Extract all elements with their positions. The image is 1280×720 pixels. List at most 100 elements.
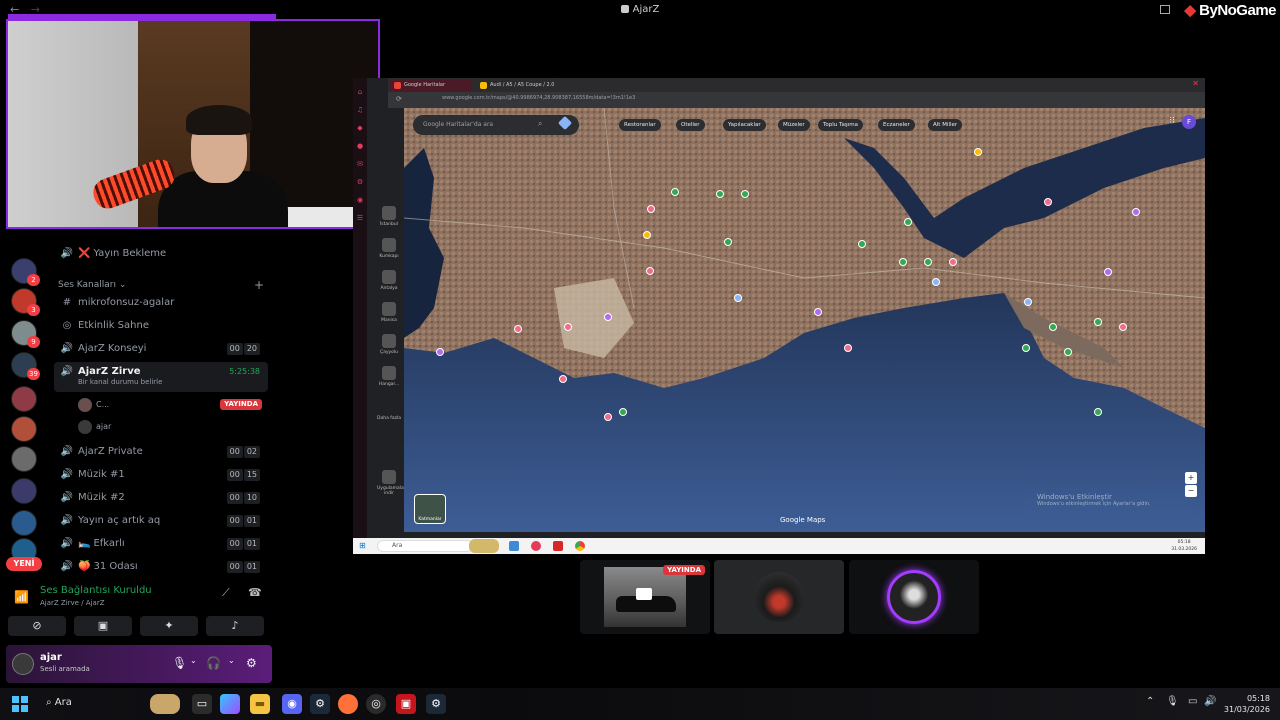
sidebar-app-icon[interactable]: ⌂ (353, 88, 367, 96)
server-icon[interactable] (11, 446, 37, 472)
server-icon[interactable]: 39 (11, 352, 40, 380)
map-filter-chip[interactable]: Alt Miller (928, 119, 963, 131)
map-place-pin[interactable] (844, 344, 852, 352)
shared-taskbar-search[interactable]: Ara (377, 540, 473, 552)
maps-recent-place[interactable]: Çayyolu (377, 334, 401, 355)
map-filter-chip[interactable]: Toplu Taşıma (818, 119, 863, 131)
map-place-pin[interactable] (724, 238, 732, 246)
satellite-map[interactable]: Google Haritalar'da ara ⌕ Restoranlar Ote… (404, 108, 1205, 532)
voice-status-title[interactable]: Ses Bağlantısı Kuruldu (40, 585, 152, 596)
map-filter-chip[interactable]: Restoranlar (619, 119, 661, 131)
map-place-pin[interactable] (604, 313, 612, 321)
apps-grid-icon[interactable]: ⁝⁝ (1169, 116, 1175, 126)
map-place-pin[interactable] (564, 323, 572, 331)
map-place-pin[interactable] (858, 240, 866, 248)
voice-channel[interactable]: 🔊 Yayın aç artık aq 00 01 (54, 511, 268, 531)
camera-off-button[interactable]: ⊘ (8, 616, 66, 636)
sidebar-app-icon[interactable]: ♫ (353, 106, 367, 114)
taskbar-search[interactable]: ⌕ Ara (46, 697, 72, 708)
steam-icon[interactable]: ⚙ (426, 694, 446, 714)
headphones-icon[interactable]: 🎧 (206, 656, 221, 670)
taskbar-app-icon[interactable] (509, 541, 519, 551)
voice-channel-active[interactable]: 🔊 AjarZ Zirve 5:25:38 Bir kanal durumu beli… (54, 362, 268, 392)
windows-start-icon[interactable] (12, 696, 28, 712)
sidebar-app-icon[interactable]: ◉ (353, 196, 367, 204)
sidebar-app-icon[interactable]: ✉ (353, 160, 367, 168)
screen-share-view[interactable]: ⌂ ♫ ◆ ● ✉ ⚙ ◉ ☰ ✕ Google Haritalar Audi / A5 / A… (353, 78, 1205, 554)
map-place-pin[interactable] (924, 258, 932, 266)
sidebar-app-icon[interactable]: ⚙ (353, 178, 367, 186)
map-filter-chip[interactable]: Oteller (676, 119, 705, 131)
map-place-pin[interactable] (1104, 268, 1112, 276)
map-place-pin[interactable] (1094, 408, 1102, 416)
map-place-pin[interactable] (436, 348, 444, 356)
maps-recent-place[interactable]: Kumkapı (377, 238, 401, 259)
browser-tab[interactable]: Google Haritalar (390, 79, 472, 92)
taskbar-clock[interactable]: 05:18 31/03/2026 (1224, 693, 1270, 715)
section-header-voice[interactable]: Ses Kanalları ⌄ + (58, 278, 264, 292)
map-place-pin[interactable] (1044, 198, 1052, 206)
maps-recent-place[interactable]: İstanbul (377, 206, 401, 227)
map-place-pin[interactable] (974, 148, 982, 156)
map-place-pin[interactable] (899, 258, 907, 266)
voice-channel[interactable]: 🔊 Müzik #2 00 10 (54, 488, 268, 508)
taskbar-app-icon[interactable] (531, 541, 541, 551)
voice-channel[interactable]: 🔊 AjarZ Private 00 02 (54, 442, 268, 462)
server-icon[interactable]: 3 (11, 288, 40, 316)
taskbar-app-icon[interactable] (469, 539, 499, 553)
sidebar-app-icon[interactable]: ● (353, 142, 367, 150)
channel-yayin-bekleme[interactable]: 🔊 ❌ Yayın Bekleme (54, 244, 268, 264)
server-icon[interactable] (11, 510, 37, 536)
channel-member[interactable]: C... YAYINDA (78, 396, 268, 414)
windows-start-icon[interactable]: ⊞ (359, 541, 366, 550)
soundboard-button[interactable]: ♪ (206, 616, 264, 636)
voice-channel[interactable]: ◎ Etkinlik Sahne (54, 316, 268, 336)
channel-member[interactable]: ajar (78, 418, 268, 436)
maps-recent-place[interactable]: Hangar... (377, 366, 401, 387)
reload-icon[interactable]: ⟳ (396, 95, 402, 103)
stream-thumbnail[interactable] (714, 560, 844, 634)
sidebar-app-icon[interactable]: ◆ (353, 124, 367, 132)
map-place-pin[interactable] (734, 294, 742, 302)
add-channel-icon[interactable]: + (254, 278, 264, 292)
game-app-icon[interactable]: ▣ (396, 694, 416, 714)
url-text[interactable]: www.google.com.tr/maps/@40.9986974,28.90… (442, 95, 635, 101)
activities-button[interactable]: ✦ (140, 616, 198, 636)
chrome-icon[interactable] (575, 541, 585, 551)
server-icon[interactable]: 9 (11, 320, 40, 348)
channel-status[interactable]: Bir kanal durumu belirle (78, 376, 162, 388)
map-filter-chip[interactable]: Müzeler (778, 119, 810, 131)
task-view-icon[interactable]: ▭ (192, 694, 212, 714)
map-place-pin[interactable] (1049, 323, 1057, 331)
maps-recent-place[interactable]: Uygulamaları indir (377, 470, 407, 496)
avatar[interactable] (12, 653, 34, 675)
search-icon[interactable]: ⌕ (538, 119, 542, 129)
maps-recent-place[interactable]: Antalya (377, 270, 401, 291)
voice-channel[interactable]: # mikrofonsuz-agalar (54, 293, 268, 313)
map-place-pin[interactable] (1064, 348, 1072, 356)
inbox-icon[interactable] (1160, 5, 1170, 14)
layers-button[interactable]: Katmanlar (414, 494, 446, 524)
maps-recent-place[interactable]: Daha fazla (377, 408, 401, 421)
map-place-pin[interactable] (1022, 344, 1030, 352)
search-highlight-icon[interactable] (150, 694, 180, 714)
map-place-pin[interactable] (716, 190, 724, 198)
account-avatar[interactable]: F (1182, 115, 1196, 129)
voice-channel[interactable]: 🔊 🛌 Efkarlı 00 01 (54, 534, 268, 554)
network-icon[interactable]: ▭ (1188, 696, 1197, 707)
stream-thumbnail[interactable]: YAYINDA (580, 560, 710, 634)
map-place-pin[interactable] (604, 413, 612, 421)
server-icon[interactable]: 2 (11, 258, 40, 286)
map-place-pin[interactable] (559, 375, 567, 383)
zoom-in-button[interactable]: + (1185, 472, 1197, 484)
voice-channel[interactable]: 🔊 🍑 31 Odası 00 01 (54, 557, 268, 577)
map-place-pin[interactable] (647, 205, 655, 213)
maps-recent-place[interactable]: Manisa (377, 302, 401, 323)
obs-icon[interactable]: ◎ (366, 694, 386, 714)
map-place-pin[interactable] (1094, 318, 1102, 326)
map-place-pin[interactable] (646, 267, 654, 275)
chevron-up-icon[interactable]: ⌃ (1146, 696, 1154, 707)
map-place-pin[interactable] (814, 308, 822, 316)
stream-thumbnail[interactable] (849, 560, 979, 634)
address-bar[interactable]: ⟳ www.google.com.tr/maps/@40.9986974,28.… (388, 92, 1205, 108)
